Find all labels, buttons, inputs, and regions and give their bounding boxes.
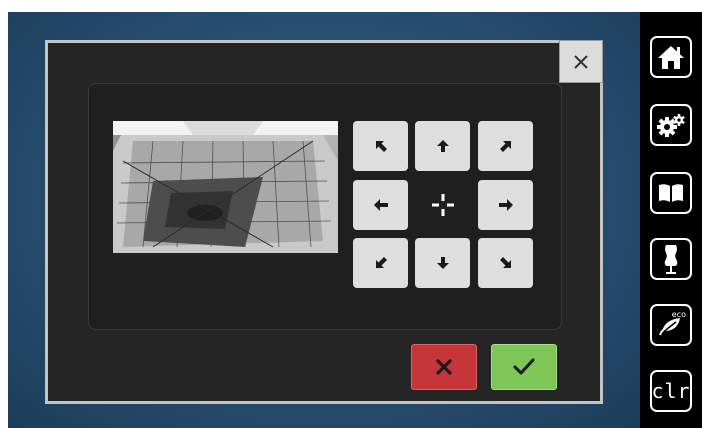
arrow-up-left-icon: [375, 141, 387, 152]
arrow-left-icon: [373, 199, 388, 211]
move-down-right-button[interactable]: [478, 238, 533, 288]
move-up-button[interactable]: [415, 121, 470, 171]
home-icon: [658, 46, 684, 69]
dress-form-button[interactable]: [650, 238, 692, 280]
eco-label: eco: [671, 310, 686, 319]
move-left-button[interactable]: [353, 180, 408, 230]
move-right-button[interactable]: [478, 180, 533, 230]
arrow-down-icon: [436, 257, 449, 269]
move-down-button[interactable]: [415, 238, 470, 288]
dress-form-icon: [664, 245, 678, 274]
confirm-button[interactable]: [491, 344, 557, 390]
arrow-up-icon: [436, 140, 449, 152]
center-crosshair-icon: [431, 194, 454, 216]
sidebar: eco clr: [640, 12, 702, 428]
arrow-right-icon: [498, 199, 513, 211]
camera-view: [113, 121, 338, 253]
settings-button[interactable]: [650, 104, 692, 146]
move-panel: [88, 83, 562, 330]
guide-book-icon: [659, 184, 683, 202]
cancel-x-icon: [436, 359, 452, 375]
clear-button[interactable]: clr: [650, 370, 692, 412]
arrow-up-right-icon: [499, 141, 511, 152]
embroidery-hoop-camera-view: [113, 121, 338, 253]
move-down-left-button[interactable]: [353, 238, 408, 288]
move-up-right-button[interactable]: [478, 121, 533, 171]
eco-button[interactable]: eco: [650, 304, 692, 346]
center-button[interactable]: [415, 180, 470, 230]
cancel-button[interactable]: [411, 344, 477, 390]
settings-gears-icon: [657, 114, 685, 137]
move-hoop-dialog: [45, 40, 603, 404]
arrow-down-right-icon: [499, 257, 511, 268]
close-button[interactable]: [559, 40, 603, 83]
move-up-left-button[interactable]: [353, 121, 408, 171]
confirm-check-icon: [513, 358, 535, 375]
home-button[interactable]: [650, 36, 692, 78]
clear-label: clr: [651, 379, 691, 403]
close-icon: [574, 54, 588, 69]
arrow-down-left-icon: [375, 257, 387, 268]
guide-button[interactable]: [650, 172, 692, 214]
